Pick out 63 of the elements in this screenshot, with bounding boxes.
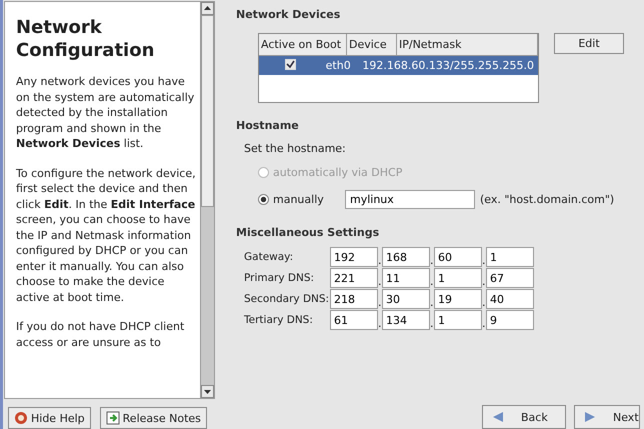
section-heading: Miscellaneous Settings: [236, 226, 380, 239]
next-button[interactable]: Next: [574, 405, 640, 429]
right-arrow-icon: [583, 410, 597, 424]
octet-field[interactable]: 192: [330, 247, 378, 267]
octet-field[interactable]: 134: [382, 310, 430, 330]
dot-separator: .: [482, 296, 486, 309]
field-label: Gateway:: [244, 251, 294, 263]
octet-field[interactable]: 9: [486, 310, 534, 330]
edit-button[interactable]: Edit: [554, 33, 624, 54]
dot-separator: .: [430, 296, 434, 309]
lifebuoy-icon: [14, 411, 28, 425]
dot-separator: .: [482, 275, 486, 288]
field-label: Secondary DNS:: [244, 293, 330, 305]
back-button[interactable]: Back: [482, 405, 566, 429]
section-heading: Network Devices: [236, 8, 342, 21]
help-paragraph: Any network devices you have on the system are automatically detected by the installation program and shown in the Network Devices list.: [16, 74, 196, 152]
column-header[interactable]: Device: [347, 34, 397, 56]
octet-field[interactable]: 1: [486, 247, 534, 267]
document-icon: [106, 411, 120, 425]
help-paragraph: To configure the network device, first select the device and then click Edit. In the Edit Interface screen, you can choose to have the IP and Netmask information configured by DHCP or you can enter it manually. You can also choose to make the device active at boot time.: [16, 166, 196, 305]
section-heading: Hostname: [236, 119, 300, 132]
column-header[interactable]: IP/Netmask: [397, 34, 538, 56]
field-label: Tertiary DNS:: [244, 314, 314, 326]
hostname-prompt: Set the hostname:: [244, 142, 347, 155]
dot-separator: .: [430, 317, 434, 330]
table-cell-text: 192.168.60.133/255.255.255.0: [361, 58, 535, 74]
octet-field[interactable]: 40: [486, 289, 534, 309]
dot-separator: .: [378, 317, 382, 330]
dot-separator: .: [482, 317, 486, 330]
dot-separator: .: [430, 275, 434, 288]
scrollbar[interactable]: [200, 2, 214, 398]
octet-field[interactable]: 221: [330, 268, 378, 288]
dot-separator: .: [430, 254, 434, 267]
scroll-down-icon[interactable]: [201, 385, 214, 398]
dot-separator: .: [378, 296, 382, 309]
dot-separator: .: [378, 275, 382, 288]
scroll-thumb[interactable]: [201, 15, 214, 207]
hide-help-button[interactable]: Hide Help: [8, 407, 91, 429]
table-cell-text: eth0: [324, 58, 352, 74]
dot-separator: .: [378, 254, 382, 267]
octet-field[interactable]: 168: [382, 247, 430, 267]
octet-field[interactable]: 67: [486, 268, 534, 288]
octet-field[interactable]: 1: [434, 310, 482, 330]
octet-field[interactable]: 30: [382, 289, 430, 309]
octet-field[interactable]: 61: [330, 310, 378, 330]
device-row[interactable]: eth0 192.168.60.133/255.255.255.0: [259, 56, 538, 75]
octet-field[interactable]: 218: [330, 289, 378, 309]
left-arrow-icon: [491, 410, 505, 424]
radio-option[interactable]: manually: [258, 192, 338, 206]
checkbox[interactable]: [284, 59, 296, 70]
help-paragraph: If you do not have DHCP client access or are unsure as to: [16, 319, 186, 350]
hostname-hint: (ex. "host.domain.com"): [480, 192, 614, 206]
octet-field[interactable]: 60: [434, 247, 482, 267]
hostname-field[interactable]: mylinux: [345, 190, 475, 208]
field-label: Primary DNS:: [244, 272, 316, 284]
octet-field[interactable]: 19: [434, 289, 482, 309]
octet-field[interactable]: 1: [434, 268, 482, 288]
column-header[interactable]: Active on Boot: [259, 34, 347, 56]
dot-separator: .: [482, 254, 486, 267]
release-notes-button[interactable]: Release Notes: [100, 407, 207, 429]
octet-field[interactable]: 11: [382, 268, 430, 288]
help-title: Network Configuration: [16, 16, 156, 62]
scroll-up-icon[interactable]: [201, 2, 214, 15]
